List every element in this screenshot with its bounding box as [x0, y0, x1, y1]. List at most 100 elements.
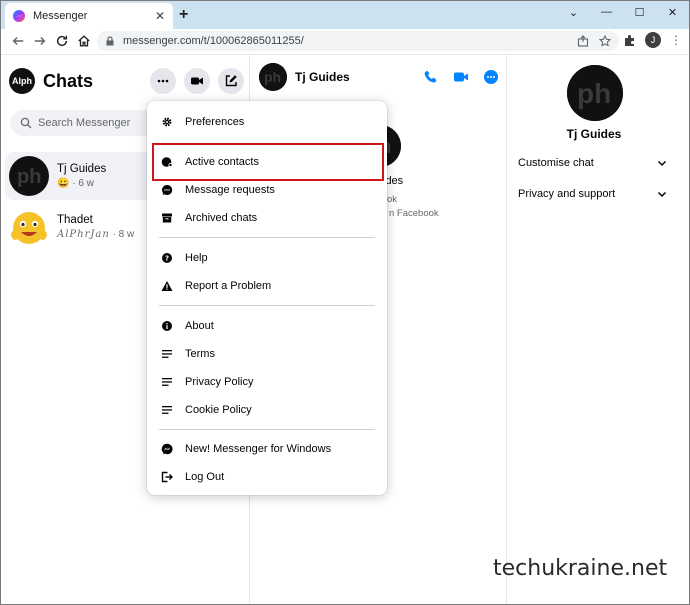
svg-text:?: ?: [165, 255, 169, 263]
video-call-icon[interactable]: [453, 69, 469, 85]
extensions-puzzle-icon[interactable]: [623, 33, 637, 47]
tab-search-icon[interactable]: ⌄: [557, 1, 590, 23]
my-avatar[interactable]: Alph: [9, 68, 35, 94]
svg-text:ph: ph: [264, 69, 281, 85]
chat-profile-sub: ok: [387, 194, 398, 205]
customise-chat-section[interactable]: Customise chat: [518, 153, 668, 173]
info-name: Tj Guides: [566, 127, 622, 141]
video-plus-icon: [191, 77, 203, 85]
reload-button[interactable]: [51, 30, 73, 52]
conversation-subtitle: AlPhrJan · 8 w: [57, 229, 134, 240]
conversation-time: · 8 w: [112, 229, 135, 240]
conversation-name: Tj Guides: [57, 163, 107, 175]
share-icon[interactable]: [577, 35, 589, 47]
menu-item-terms[interactable]: Terms: [155, 342, 379, 366]
browser-window: Messenger ✕ + ⌄ — ☐ ✕ messenger.com/t/10…: [0, 0, 690, 605]
menu-item-cookie-policy[interactable]: Cookie Policy: [155, 398, 379, 422]
back-arrow-icon: [12, 37, 24, 45]
toolbar-right: J ⋮: [623, 32, 683, 48]
messenger-icon: [161, 443, 173, 455]
emoji-reaction: 😀: [57, 178, 70, 189]
window-controls: ⌄ — ☐ ✕: [557, 1, 689, 23]
conversation-meta: Tj Guides 😀 · 6 w: [57, 163, 106, 189]
bookmark-star-icon[interactable]: [599, 35, 611, 47]
home-icon: [78, 35, 90, 47]
tab-title: Messenger: [33, 10, 88, 22]
menu-item-log-out[interactable]: Log Out: [155, 465, 379, 489]
info-icon: [162, 321, 172, 331]
address-bar[interactable]: messenger.com/t/100062865011255/: [97, 31, 619, 51]
menu-item-archived-chats[interactable]: Archived chats: [155, 206, 379, 230]
tj-guides-avatar: ph: [9, 156, 49, 196]
gear-icon: [162, 117, 172, 127]
svg-text:ph: ph: [17, 166, 41, 188]
conversation-time: · 6 w: [72, 178, 94, 189]
forward-button[interactable]: [29, 30, 51, 52]
conversation-info-panel: ph Tj Guides Customise chat Privacy and …: [508, 55, 689, 604]
warning-icon: [161, 281, 173, 291]
help-icon: ?: [162, 253, 172, 263]
section-label: Customise chat: [518, 157, 594, 169]
chat-header-name[interactable]: Tj Guides: [295, 70, 409, 84]
chat-header-avatar[interactable]: ph: [259, 63, 287, 91]
chats-header: Alph Chats: [9, 67, 244, 95]
new-room-button[interactable]: [184, 68, 210, 94]
url-text: messenger.com/t/100062865011255/: [123, 35, 304, 47]
message-requests-icon: [162, 184, 173, 195]
chats-title: Chats: [43, 70, 94, 91]
messenger-favicon-icon: [13, 10, 25, 22]
conversation-name: Thadet: [57, 214, 93, 226]
forward-arrow-icon: [34, 37, 46, 45]
close-window-button[interactable]: ✕: [656, 1, 689, 23]
reload-icon: [56, 35, 68, 47]
svg-text:ph: ph: [577, 78, 611, 109]
new-message-button[interactable]: [218, 68, 244, 94]
lines-icon: [162, 406, 172, 414]
chevron-down-icon: [657, 191, 667, 198]
minimize-button[interactable]: —: [590, 1, 623, 23]
more-options-button[interactable]: [150, 68, 176, 94]
tab-messenger[interactable]: Messenger ✕: [5, 3, 173, 29]
privacy-support-section[interactable]: Privacy and support: [518, 184, 668, 204]
lock-icon: [106, 36, 114, 46]
conversation-info-icon[interactable]: [483, 69, 499, 85]
tab-close-icon[interactable]: ✕: [155, 9, 165, 23]
home-button[interactable]: [73, 30, 95, 52]
menu-item-report-problem[interactable]: Report a Problem: [155, 274, 379, 298]
compose-icon: [225, 75, 237, 87]
tab-strip: Messenger ✕ + ⌄ — ☐ ✕: [1, 1, 689, 29]
phone-call-icon[interactable]: [423, 69, 439, 85]
menu-item-help[interactable]: ? Help: [155, 246, 379, 270]
browser-menu-icon[interactable]: ⋮: [669, 33, 683, 47]
chat-profile-facebook: n Facebook: [389, 208, 439, 219]
profile-avatar[interactable]: J: [645, 32, 661, 48]
chevron-down-icon: [657, 160, 667, 167]
menu-divider: [159, 305, 375, 306]
archive-icon: [162, 213, 172, 223]
conversation-preview: AlPhrJan: [57, 229, 110, 240]
section-label: Privacy and support: [518, 188, 616, 200]
chat-header: ph Tj Guides: [259, 62, 499, 92]
new-tab-button[interactable]: +: [179, 6, 188, 24]
thadet-avatar: [9, 207, 49, 247]
menu-item-message-requests[interactable]: Message requests: [155, 178, 379, 202]
browser-toolbar: messenger.com/t/100062865011255/ J ⋮: [1, 29, 689, 53]
menu-item-messenger-windows[interactable]: New! Messenger for Windows: [155, 437, 379, 461]
menu-item-preferences[interactable]: Preferences: [155, 110, 379, 134]
maximize-button[interactable]: ☐: [623, 1, 656, 23]
watermark: techukraine.net: [493, 556, 668, 581]
menu-item-privacy-policy[interactable]: Privacy Policy: [155, 370, 379, 394]
conversation-subtitle: 😀 · 6 w: [57, 178, 106, 189]
lines-icon: [162, 350, 172, 358]
lines-icon: [162, 378, 172, 386]
ellipsis-icon: [157, 79, 169, 83]
search-icon: [20, 117, 32, 129]
menu-divider: [159, 237, 375, 238]
menu-divider: [159, 429, 375, 430]
info-avatar: ph: [567, 65, 623, 121]
back-button[interactable]: [7, 30, 29, 52]
conversation-meta: Thadet AlPhrJan · 8 w: [57, 214, 134, 240]
logout-icon: [161, 471, 173, 483]
menu-item-about[interactable]: About: [155, 314, 379, 338]
highlight-box: [152, 143, 384, 181]
